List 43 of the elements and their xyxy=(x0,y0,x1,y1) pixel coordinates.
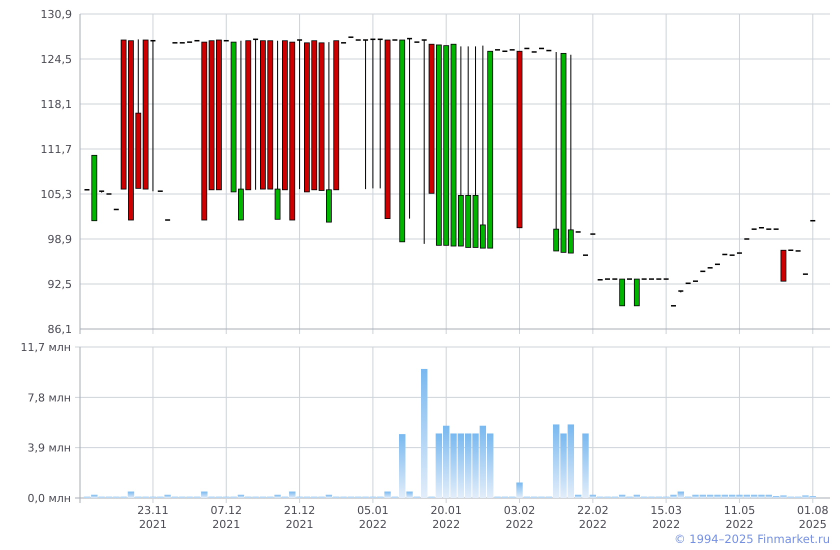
candlestick xyxy=(158,190,163,192)
candlestick xyxy=(99,190,104,194)
axis-label: 130,9 xyxy=(40,8,72,21)
candlestick xyxy=(576,231,581,233)
axis-label: 98,9 xyxy=(48,233,72,246)
axis-label: 22.02 2022 xyxy=(577,504,609,530)
candlestick xyxy=(802,273,808,275)
candlestick xyxy=(670,305,676,307)
axis-label: 92,5 xyxy=(48,278,72,291)
axis-label: 03.02 2022 xyxy=(504,504,536,530)
candlestick xyxy=(91,154,98,222)
axis-label: 21.12 2021 xyxy=(284,504,316,530)
axis-label: 07.12 2021 xyxy=(210,504,242,530)
candlestick xyxy=(165,219,170,221)
axis-label: 0,0 млн xyxy=(27,492,71,505)
axis-label: 105,3 xyxy=(40,188,72,201)
candlestick xyxy=(583,254,588,256)
copyright-text: © 1994–2025 Finmarket.ru xyxy=(674,532,830,546)
candlestick xyxy=(634,278,640,306)
candlestick xyxy=(780,250,786,282)
axis-label: 20.01 2022 xyxy=(430,504,462,530)
candlestick xyxy=(224,40,229,42)
candlestick xyxy=(590,233,596,235)
candlestick xyxy=(84,189,90,191)
candlestick xyxy=(810,220,816,222)
axis-label: 111,7 xyxy=(40,143,72,156)
candlestick xyxy=(414,41,420,43)
candlestick xyxy=(114,208,119,210)
axis-label: 11,7 млн xyxy=(20,341,71,354)
axis-label: 86,1 xyxy=(48,323,72,336)
axis-label: 01.08 2025 xyxy=(797,504,829,530)
axis-label: 05.01 2022 xyxy=(357,504,389,530)
axis-label: 118,1 xyxy=(40,98,72,111)
axis-label: 3,9 млн xyxy=(27,442,71,455)
candlestick xyxy=(392,39,398,41)
candlestick xyxy=(678,290,684,293)
axis-label: 124,5 xyxy=(40,53,72,66)
axis-label: 11.05 2022 xyxy=(724,504,756,530)
axis-label: 23.11 2021 xyxy=(137,504,169,530)
candlestick xyxy=(744,238,750,240)
candlestick xyxy=(106,193,112,195)
axis-label: 7,8 млн xyxy=(27,391,71,404)
axis-label: 15.03 2022 xyxy=(650,504,682,530)
